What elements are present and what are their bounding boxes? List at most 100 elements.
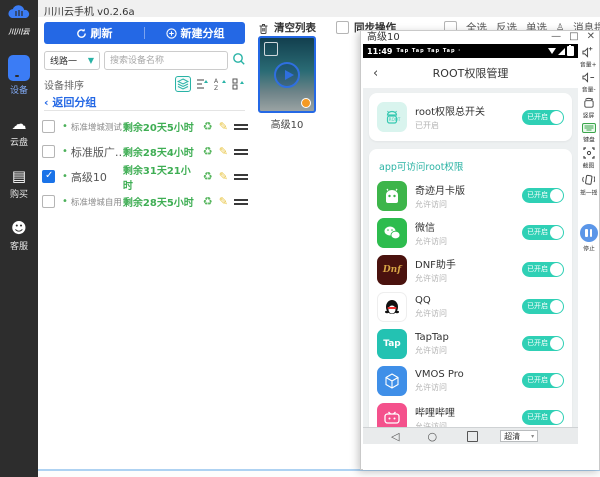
battery-icon [567,46,574,56]
sync-ops-checkbox[interactable] [336,21,349,34]
app-subtitle: 允许访问 [415,236,522,247]
quality-dropdown[interactable]: 超清 ▾ [500,430,538,442]
app-subtitle: 允许访问 [415,382,522,393]
keyboard-icon [582,123,596,133]
numeric-sort-icon[interactable] [232,78,245,90]
nav-recents-icon[interactable] [467,431,478,442]
drag-handle-icon[interactable] [234,197,248,207]
app-toggle[interactable]: 已开启 [522,373,564,388]
volume-up-button[interactable]: 音量+ [579,47,597,69]
screenshot-button[interactable]: 截图 [582,147,595,170]
toggle-label: 已开启 [527,338,548,348]
app-toggle[interactable]: 已开启 [522,225,564,240]
search-input[interactable] [104,51,228,70]
app-toggle[interactable]: 已开启 [522,299,564,314]
volume-down-icon [582,72,595,83]
search-icon[interactable] [232,52,246,66]
nav-home-icon[interactable]: ○ [427,431,437,442]
signal-icon [558,48,565,55]
drag-handle-icon[interactable] [234,122,248,132]
edit-pencil-icon[interactable]: ✎ [219,195,228,208]
qq-penguin-icon [377,292,407,322]
master-switch-toggle[interactable]: 已开启 [522,110,564,125]
device-checkbox[interactable] [42,195,55,208]
drag-handle-icon[interactable] [234,172,248,182]
recycle-icon[interactable]: ♻ [203,120,213,133]
app-name: 微信 [415,219,522,234]
volume-down-button[interactable]: 音量- [581,72,596,94]
drag-handle-icon[interactable] [234,147,248,157]
app-row: VMOS Pro 允许访问 已开启 [377,362,564,399]
device-thumbnail[interactable] [258,36,316,113]
nav-back-icon[interactable]: ◁ [391,431,399,442]
new-group-button[interactable]: 新建分组 [145,25,245,41]
edit-pencil-icon[interactable]: ✎ [219,120,228,133]
app-row: Tap TapTap 允许访问 已开启 [377,325,564,362]
section-title: app可访问root权限 [379,159,564,173]
app-toggle[interactable]: 已开启 [522,262,564,277]
layers-sort-icon[interactable] [175,76,191,92]
wechat-icon [377,218,407,248]
recycle-icon[interactable]: ♻ [203,145,213,158]
back-arrow-icon[interactable]: ‹ [373,66,378,81]
rotate-screen-button[interactable]: 竖屏 [582,97,595,120]
device-row[interactable]: • 标准版广… 剩余28天4小时 ♻ ✎ [42,139,248,164]
device-checkbox[interactable] [42,145,55,158]
root-permission-content: ROOT root权限总开关 已开启 已开启 app可访问root权限 [363,88,578,427]
thumbnail-checkbox[interactable] [264,42,278,56]
app-title: 川川云手机 v0.2.6a [44,3,135,18]
device-row-selected[interactable]: • 高级10 剩余31天21小时 ♻ ✎ [42,164,248,189]
tool-label: 音量+ [580,60,597,69]
minimize-button[interactable]: — [551,31,561,44]
device-remaining-time: 剩余20天5小时 [123,119,197,134]
app-toggle[interactable]: 已开启 [522,410,564,425]
app-row: 微信 允许访问 已开启 [377,214,564,251]
sidebar-item-cloud-disk[interactable]: ☁ 云盘 [10,114,28,148]
refresh-button[interactable]: 刷新 [44,25,144,41]
stop-button[interactable]: 停止 [580,224,598,253]
app-name: VMOS Pro [415,369,522,380]
taptap-icon-text: Tap [383,339,401,349]
sidebar-item-support[interactable]: ☻ 客服 [10,218,28,252]
keyboard-button[interactable]: 键盘 [582,123,596,144]
list-divider [44,110,245,111]
toggle-knob [550,411,563,424]
device-checkbox[interactable] [42,120,55,133]
app-logo: 川川云 [6,4,32,37]
android-nav-bar: ◁ ○ 超清 ▾ [363,427,578,444]
phone-screen[interactable]: 11:49 Tap Tap Tap Tap · ‹ ROOT权限管理 ROOT [363,44,578,470]
list-sort-icon[interactable] [196,78,209,90]
edit-pencil-icon[interactable]: ✎ [219,170,228,183]
stop-icon [580,224,598,242]
line-select-dropdown[interactable]: 线路一 ▼ [44,51,100,70]
app-toggle[interactable]: 已开启 [522,188,564,203]
recycle-icon[interactable]: ♻ [203,195,213,208]
tool-label: 音量- [582,85,596,94]
toggle-knob [550,300,563,313]
sidebar-item-purchase[interactable]: ▤ 购买 [10,166,28,200]
rotate-screen-icon [582,97,595,109]
app-subtitle: 允许访问 [415,199,522,210]
status-dot-icon [301,98,311,108]
maximize-button[interactable]: □ [569,31,578,44]
device-checkbox-checked[interactable] [42,170,55,183]
device-name: 高级10 [71,169,123,185]
svg-text:A: A [214,78,219,85]
app-name: 奇迹月卡版 [415,182,522,197]
app-subtitle: 允许访问 [415,273,522,284]
back-to-groups-link[interactable]: ‹ 返回分组 [44,94,96,110]
app-name: 哔哩哔哩 [415,404,522,419]
device-row[interactable]: • 标准增城自用 剩余28天5小时 ♻ ✎ [42,189,248,214]
shake-button[interactable]: 摇一摇 [579,173,599,197]
cloud-disk-icon: ☁ [11,115,26,133]
alpha-sort-icon[interactable]: AZ [214,78,227,90]
device-row[interactable]: • 标准增城测试 剩余20天5小时 ♻ ✎ [42,114,248,139]
play-icon[interactable] [274,62,300,88]
clear-list-button[interactable]: 清空列表 [274,20,316,35]
app-toggle[interactable]: 已开启 [522,336,564,351]
status-time: 11:49 [367,47,392,56]
sidebar-item-device[interactable]: 设备 [8,55,30,96]
recycle-icon[interactable]: ♻ [203,170,213,183]
close-button[interactable]: ✕ [587,31,595,44]
edit-pencil-icon[interactable]: ✎ [219,145,228,158]
